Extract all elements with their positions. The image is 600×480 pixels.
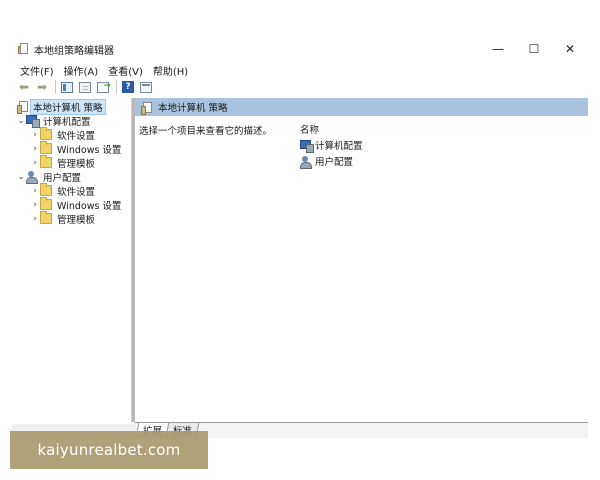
watermark: kaiyunrealbet.com (10, 431, 208, 469)
tree-item-user-admin-templates[interactable]: › 管理模板 (30, 211, 97, 226)
list-item-label: 用户配置 (315, 157, 354, 168)
tree-item-label: 计算机配置 (43, 116, 91, 128)
folder-icon (40, 155, 52, 168)
show-hide-tree-icon (61, 81, 73, 93)
folder-icon (40, 141, 52, 154)
window-controls: — ☐ ✕ (480, 36, 588, 62)
details-header-title: 本地计算机 策略 (158, 103, 228, 114)
list-item-user-config[interactable]: 用户配置 (300, 154, 354, 169)
help-button[interactable]: ? (120, 79, 136, 95)
back-arrow-icon: ⬅ (18, 80, 30, 94)
tree-item-computer-software-settings[interactable]: › 软件设置 (30, 127, 97, 142)
chevron-down-icon[interactable]: ⌄ (16, 172, 26, 182)
tree-item-label: 本地计算机 策略 (30, 98, 106, 115)
watermark-text: kaiyunrealbet.com (37, 441, 181, 459)
menu-file[interactable]: 文件(F) (20, 63, 54, 78)
menu-action[interactable]: 操作(A) (64, 63, 99, 78)
computer-config-icon (300, 139, 314, 153)
policy-icon (17, 101, 28, 114)
toolbar: ⬅ ➡ ? (12, 78, 588, 96)
folder-icon (40, 211, 52, 224)
tree-item-user-windows-settings[interactable]: › Windows 设置 (30, 197, 123, 212)
tree-item-computer-config[interactable]: ⌄ 计算机配置 (16, 114, 93, 128)
tree-item-label: 管理模板 (57, 214, 96, 226)
show-hide-tree-button[interactable] (59, 79, 75, 95)
column-header-name[interactable]: 名称 (300, 122, 319, 136)
properties-icon (140, 81, 152, 93)
chevron-right-icon[interactable]: › (30, 214, 40, 224)
menu-help[interactable]: 帮助(H) (153, 63, 188, 78)
tree-item-label: Windows 设置 (57, 144, 122, 156)
chevron-right-icon[interactable]: › (30, 144, 40, 154)
tree-pane[interactable]: 本地计算机 策略 ⌄ 计算机配置 › 软件设置 › Windows 设置 › 管… (14, 98, 132, 422)
toolbar-separator (116, 80, 117, 94)
description-text: 选择一个项目来查看它的描述。 (139, 126, 273, 137)
minimize-button[interactable]: — (480, 36, 516, 62)
chevron-right-icon[interactable]: › (30, 200, 40, 210)
chevron-right-icon[interactable]: › (30, 158, 40, 168)
menu-bar: 文件(F) 操作(A) 查看(V) 帮助(H) (12, 62, 198, 78)
help-icon: ? (122, 81, 134, 93)
tree-item-label: Windows 设置 (57, 200, 122, 212)
view-list-button[interactable] (77, 79, 93, 95)
details-header: 本地计算机 策略 (135, 98, 588, 116)
chevron-down-icon[interactable]: ⌄ (16, 116, 26, 126)
tree-item-label: 用户配置 (43, 172, 82, 184)
export-list-button[interactable] (95, 79, 111, 95)
policy-app-icon (18, 43, 30, 55)
close-icon: ✕ (564, 42, 576, 56)
user-config-icon (300, 155, 312, 169)
tree-item-label: 软件设置 (57, 130, 96, 142)
view-list-icon (79, 81, 91, 93)
list-item-computer-config[interactable]: 计算机配置 (300, 138, 363, 153)
title-bar[interactable]: 本地组策略编辑器 — ☐ ✕ (12, 36, 588, 62)
policy-icon (141, 101, 152, 115)
folder-icon (40, 197, 52, 210)
back-button[interactable]: ⬅ (16, 79, 32, 95)
tree-item-computer-admin-templates[interactable]: › 管理模板 (30, 155, 97, 170)
forward-button[interactable]: ➡ (34, 79, 50, 95)
maximize-button[interactable]: ☐ (516, 36, 552, 62)
minimize-icon: — (492, 42, 504, 56)
chevron-right-icon[interactable]: › (30, 130, 40, 140)
menu-view[interactable]: 查看(V) (108, 63, 143, 78)
forward-arrow-icon: ➡ (36, 80, 48, 94)
tree-item-label: 管理模板 (57, 158, 96, 170)
details-pane: 本地计算机 策略 选择一个项目来查看它的描述。 名称 计算机配置 用户配置 (135, 98, 588, 422)
toolbar-separator (55, 80, 56, 94)
export-list-icon (97, 81, 111, 93)
gpedit-window: 本地组策略编辑器 — ☐ ✕ 文件(F) 操作(A) 查看(V) 帮助(H) ⬅… (12, 36, 588, 438)
folder-icon (40, 127, 52, 140)
tree-item-user-config[interactable]: ⌄ 用户配置 (16, 170, 83, 184)
folder-icon (40, 183, 52, 196)
maximize-icon: ☐ (528, 42, 540, 56)
list-item-label: 计算机配置 (315, 141, 363, 152)
tree-item-label: 软件设置 (57, 186, 96, 198)
user-config-icon (26, 171, 38, 184)
close-button[interactable]: ✕ (552, 36, 588, 62)
window-title: 本地组策略编辑器 (34, 45, 114, 57)
tree-item-computer-windows-settings[interactable]: › Windows 设置 (30, 141, 123, 156)
properties-button[interactable] (138, 79, 154, 95)
chevron-right-icon[interactable]: › (30, 186, 40, 196)
tree-item-root[interactable]: 本地计算机 策略 (16, 98, 106, 115)
computer-config-icon (26, 115, 40, 128)
tree-item-user-software-settings[interactable]: › 软件设置 (30, 183, 97, 198)
